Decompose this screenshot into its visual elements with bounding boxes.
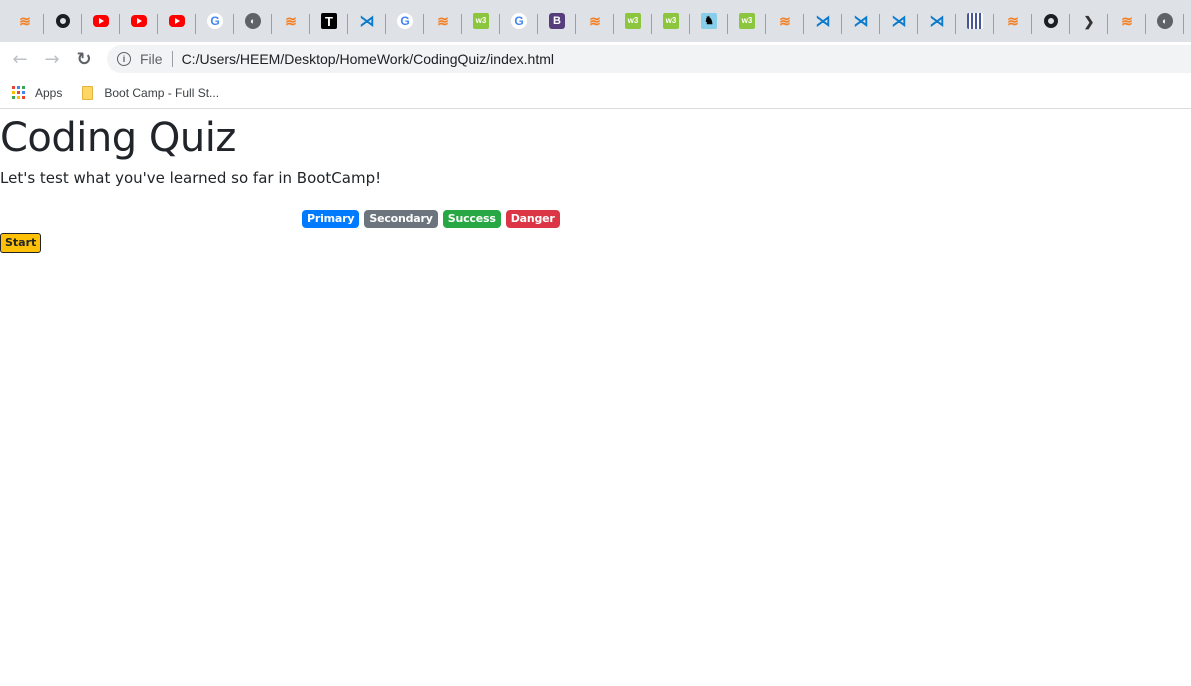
browser-tab[interactable]: G [500, 0, 538, 42]
youtube-icon [131, 15, 147, 27]
browser-tab[interactable] [120, 0, 158, 42]
bootstrap-icon: B [549, 13, 565, 29]
stackoverflow-icon: ≋ [1007, 13, 1019, 29]
dog-icon: ♞ [701, 13, 717, 29]
w3schools-icon: w3 [473, 13, 489, 29]
w3schools-icon: w3 [739, 13, 755, 29]
grid-site-icon [967, 13, 983, 29]
browser-tab[interactable]: ⋊ [348, 0, 386, 42]
browser-tab[interactable]: ⋊ [842, 0, 880, 42]
vscode-icon: ⋊ [891, 12, 907, 30]
apps-grid-icon [12, 86, 25, 99]
vscode-icon: ⋊ [929, 12, 945, 30]
sourcetree-icon: ❯ [1083, 13, 1095, 29]
browser-tab[interactable]: ≋ [994, 0, 1032, 42]
browser-tab[interactable]: ◐ [234, 0, 272, 42]
bookmark-label: Boot Camp - Full St... [104, 85, 220, 100]
browser-toolbar: ← → ↻ i File C:/Users/HEEM/Desktop/HomeW… [0, 42, 1191, 77]
badge-group: Primary Secondary Success Danger [302, 210, 560, 228]
page-title: Coding Quiz [0, 115, 236, 161]
google-icon: G [207, 13, 223, 29]
scheme-label: File [140, 51, 163, 67]
w3schools-icon: w3 [625, 13, 641, 29]
apps-dot [22, 96, 25, 99]
browser-tab[interactable]: B [538, 0, 576, 42]
globe-icon: ◐ [1157, 13, 1173, 29]
google-icon: G [511, 13, 527, 29]
browser-tab[interactable]: ≋ [272, 0, 310, 42]
typora-icon: T [321, 13, 337, 29]
browser-tab[interactable]: ≋ [6, 0, 44, 42]
browser-tab[interactable]: G [196, 0, 234, 42]
page-lead: Let's test what you've learned so far in… [0, 169, 382, 187]
apps-dot [22, 91, 25, 94]
info-icon[interactable]: i [117, 52, 131, 66]
stackoverflow-icon: ≋ [1121, 13, 1133, 29]
github-icon [1043, 13, 1059, 29]
browser-tab[interactable]: T [310, 0, 348, 42]
browser-tab[interactable]: w3 [614, 0, 652, 42]
start-button[interactable]: Start [0, 233, 42, 253]
tab-strip: ≋ G ◐ ≋ T ⋊ G ≋ w3 G B ≋ w3 w3 ♞ w3 ≋ ⋊ ⋊ ⋊ ⋊ ≋ ❯ ≋ ◐ [0, 0, 1191, 42]
reload-button[interactable]: ↻ [68, 44, 100, 76]
url-text[interactable]: C:/Users/HEEM/Desktop/HomeWork/CodingQui… [182, 51, 554, 67]
browser-tab[interactable]: ≋ [424, 0, 462, 42]
google-icon: G [397, 13, 413, 29]
apps-dot [17, 96, 20, 99]
browser-tab[interactable]: ≋ [766, 0, 804, 42]
apps-dot [12, 91, 15, 94]
browser-tab[interactable]: w3 [462, 0, 500, 42]
apps-dot [17, 86, 20, 89]
youtube-icon [169, 15, 185, 27]
apps-dot [22, 86, 25, 89]
browser-tab[interactable]: ⋊ [804, 0, 842, 42]
stackoverflow-icon: ≋ [437, 13, 449, 29]
vscode-icon: ⋊ [359, 12, 375, 30]
apps-dot [12, 86, 15, 89]
badge-success: Success [442, 210, 501, 228]
browser-tab[interactable] [82, 0, 120, 42]
vscode-icon: ⋊ [853, 12, 869, 30]
bookmark-boot-camp-folder[interactable]: Boot Camp - Full St... [68, 79, 225, 107]
back-button[interactable]: ← [4, 44, 36, 76]
page-content: Coding Quiz Let's test what you've learn… [0, 110, 1191, 686]
browser-tab[interactable]: ≋ [1108, 0, 1146, 42]
browser-tab[interactable]: w3 [728, 0, 766, 42]
youtube-icon [93, 15, 109, 27]
badge-danger: Danger [505, 210, 560, 228]
stackoverflow-icon: ≋ [285, 13, 297, 29]
globe-icon: ◐ [245, 13, 261, 29]
bookmarks-bar: Apps Boot Camp - Full St... [0, 77, 1191, 109]
browser-tab[interactable] [44, 0, 82, 42]
address-separator [171, 51, 173, 67]
browser-tab[interactable]: ⋊ [918, 0, 956, 42]
bookmark-label: Apps [35, 85, 63, 100]
github-icon [55, 13, 71, 29]
w3schools-icon: w3 [663, 13, 679, 29]
stackoverflow-icon: ≋ [19, 13, 31, 29]
browser-tab[interactable]: ♞ [690, 0, 728, 42]
badge-secondary: Secondary [364, 210, 438, 228]
browser-tab[interactable] [158, 0, 196, 42]
browser-tab[interactable]: G [386, 0, 424, 42]
browser-tab[interactable]: ≋ [576, 0, 614, 42]
folder-icon [82, 85, 94, 100]
stackoverflow-icon: ≋ [589, 13, 601, 29]
browser-tab[interactable]: ⋊ [880, 0, 918, 42]
badge-primary: Primary [302, 210, 360, 228]
browser-tab[interactable]: w3 [652, 0, 690, 42]
stackoverflow-icon: ≋ [779, 13, 791, 29]
address-bar[interactable]: i File C:/Users/HEEM/Desktop/HomeWork/Co… [107, 45, 1191, 73]
forward-button[interactable]: → [36, 44, 68, 76]
browser-tab[interactable]: ❯ [1070, 0, 1108, 42]
browser-tab[interactable]: ◐ [1146, 0, 1184, 42]
vscode-icon: ⋊ [815, 12, 831, 30]
apps-dot [12, 96, 15, 99]
browser-tab[interactable] [1032, 0, 1070, 42]
bookmark-apps[interactable]: Apps [0, 79, 68, 107]
browser-tab[interactable] [956, 0, 994, 42]
apps-dot [17, 91, 20, 94]
